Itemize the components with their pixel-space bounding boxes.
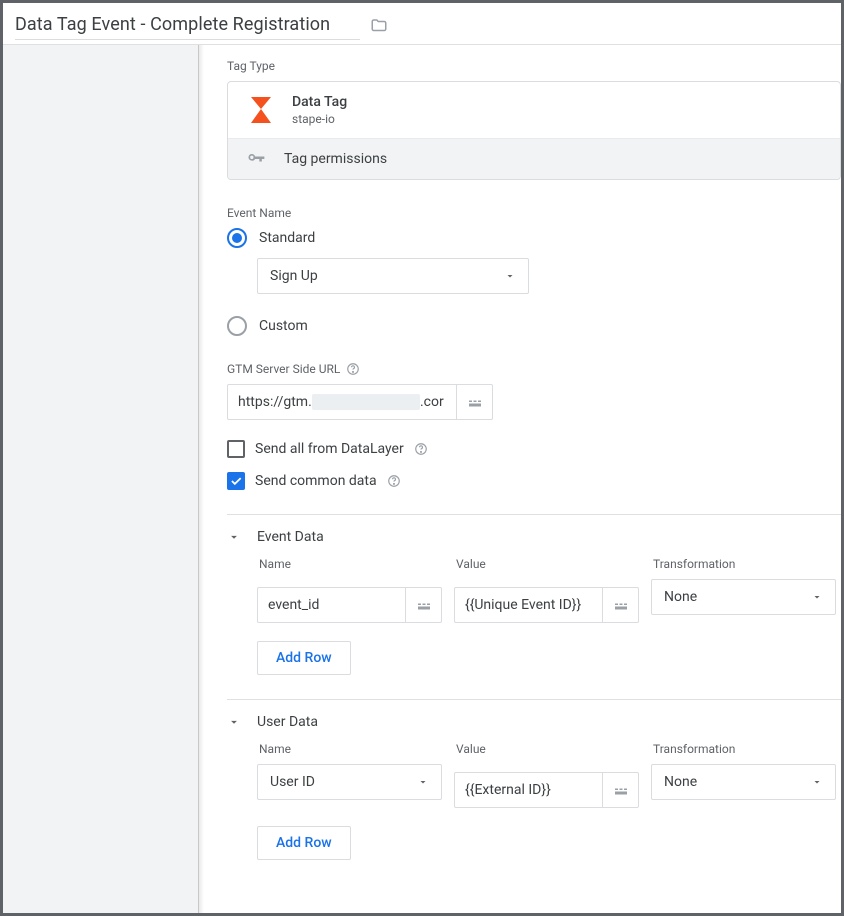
radio-standard-row[interactable]: Standard: [227, 228, 841, 248]
checkbox-send-all[interactable]: [227, 440, 245, 458]
help-icon[interactable]: [387, 474, 401, 488]
chevron-down-icon: [227, 530, 241, 544]
radio-standard[interactable]: [227, 228, 247, 248]
user-data-add-row-button[interactable]: Add Row: [257, 826, 351, 860]
help-icon[interactable]: [414, 442, 428, 456]
send-all-row[interactable]: Send all from DataLayer: [227, 440, 841, 458]
variable-picker-button[interactable]: [603, 772, 639, 808]
user-data-section: User Data Name Value Transformation User…: [227, 699, 841, 860]
col-transform: Transformation: [653, 557, 836, 571]
standard-event-value: Sign Up: [270, 268, 318, 284]
folder-icon[interactable]: [370, 17, 388, 40]
col-value: Value: [456, 557, 639, 571]
radio-custom[interactable]: [227, 316, 247, 336]
user-data-title: User Data: [257, 714, 318, 730]
col-value: Value: [456, 742, 639, 756]
tag-permissions-row[interactable]: Tag permissions: [228, 138, 840, 179]
radio-custom-label: Custom: [259, 318, 308, 334]
standard-event-select[interactable]: Sign Up: [257, 258, 529, 294]
user-data-row: User ID {{External ID}} None: [257, 764, 841, 808]
send-all-label: Send all from DataLayer: [255, 441, 404, 457]
server-url-block: GTM Server Side URL https://gtm.xxxxxxxx…: [227, 362, 841, 420]
col-name: Name: [259, 742, 442, 756]
help-icon[interactable]: [346, 362, 360, 376]
tag-vendor: stape-io: [292, 112, 347, 126]
options-block: Send all from DataLayer Send common data: [227, 440, 841, 490]
user-data-header[interactable]: User Data: [227, 714, 841, 730]
user-data-value-input[interactable]: {{External ID}}: [454, 772, 603, 808]
stape-logo-icon: [246, 95, 276, 125]
caret-down-icon: [417, 776, 429, 788]
event-data-headers: Name Value Transformation: [257, 557, 841, 571]
user-data-value-group: {{External ID}}: [454, 772, 639, 808]
tag-permissions-label: Tag permissions: [284, 151, 387, 167]
event-data-row: event_id {{Unique Event ID}} None: [257, 579, 841, 623]
variable-picker-button[interactable]: [406, 587, 442, 623]
tag-name: Data Tag: [292, 94, 347, 110]
user-data-transform-select[interactable]: None: [651, 764, 836, 800]
event-data-value-input[interactable]: {{Unique Event ID}}: [454, 587, 603, 623]
server-url-input-group: https://gtm.xxxxxxxxxxxxxxx.cor: [227, 384, 493, 420]
tag-title-input[interactable]: [15, 10, 360, 40]
event-data-title: Event Data: [257, 529, 324, 545]
redacted-domain: xxxxxxxxxxxxxxx: [312, 394, 420, 410]
variable-picker-button[interactable]: [457, 384, 493, 420]
event-data-name-group: event_id: [257, 587, 442, 623]
caret-down-icon: [811, 591, 823, 603]
variable-picker-button[interactable]: [603, 587, 639, 623]
server-url-label: GTM Server Side URL: [227, 362, 841, 376]
key-icon: [246, 149, 266, 169]
col-transform: Transformation: [653, 742, 836, 756]
send-common-row[interactable]: Send common data: [227, 472, 841, 490]
event-data-name-input[interactable]: event_id: [257, 587, 406, 623]
tag-type-text: Data Tag stape-io: [292, 94, 347, 126]
left-gutter: [3, 45, 199, 913]
header: [3, 3, 841, 45]
checkbox-send-common[interactable]: [227, 472, 245, 490]
event-data-value-group: {{Unique Event ID}}: [454, 587, 639, 623]
col-name: Name: [259, 557, 442, 571]
user-data-name-select[interactable]: User ID: [257, 764, 442, 800]
send-common-label: Send common data: [255, 473, 377, 489]
event-name-label: Event Name: [227, 206, 841, 220]
user-data-headers: Name Value Transformation: [257, 742, 841, 756]
event-name-block: Event Name Standard Sign Up Custom: [227, 206, 841, 336]
radio-standard-label: Standard: [259, 230, 315, 246]
event-data-section: Event Data Name Value Transformation eve…: [227, 514, 841, 675]
chevron-down-icon: [227, 715, 241, 729]
tag-type-row[interactable]: Data Tag stape-io: [228, 82, 840, 138]
caret-down-icon: [811, 776, 823, 788]
main-panel: Tag Type Data Tag stape-io Tag permissio…: [199, 45, 841, 913]
event-data-add-row-button[interactable]: Add Row: [257, 641, 351, 675]
caret-down-icon: [504, 270, 516, 282]
content: Tag Type Data Tag stape-io Tag permissio…: [3, 45, 841, 913]
server-url-input[interactable]: https://gtm.xxxxxxxxxxxxxxx.cor: [227, 384, 457, 420]
event-data-header[interactable]: Event Data: [227, 529, 841, 545]
radio-custom-row[interactable]: Custom: [227, 316, 841, 336]
tag-type-label: Tag Type: [227, 59, 841, 73]
event-data-transform-select[interactable]: None: [651, 579, 836, 615]
tag-type-card: Data Tag stape-io Tag permissions: [227, 81, 841, 180]
